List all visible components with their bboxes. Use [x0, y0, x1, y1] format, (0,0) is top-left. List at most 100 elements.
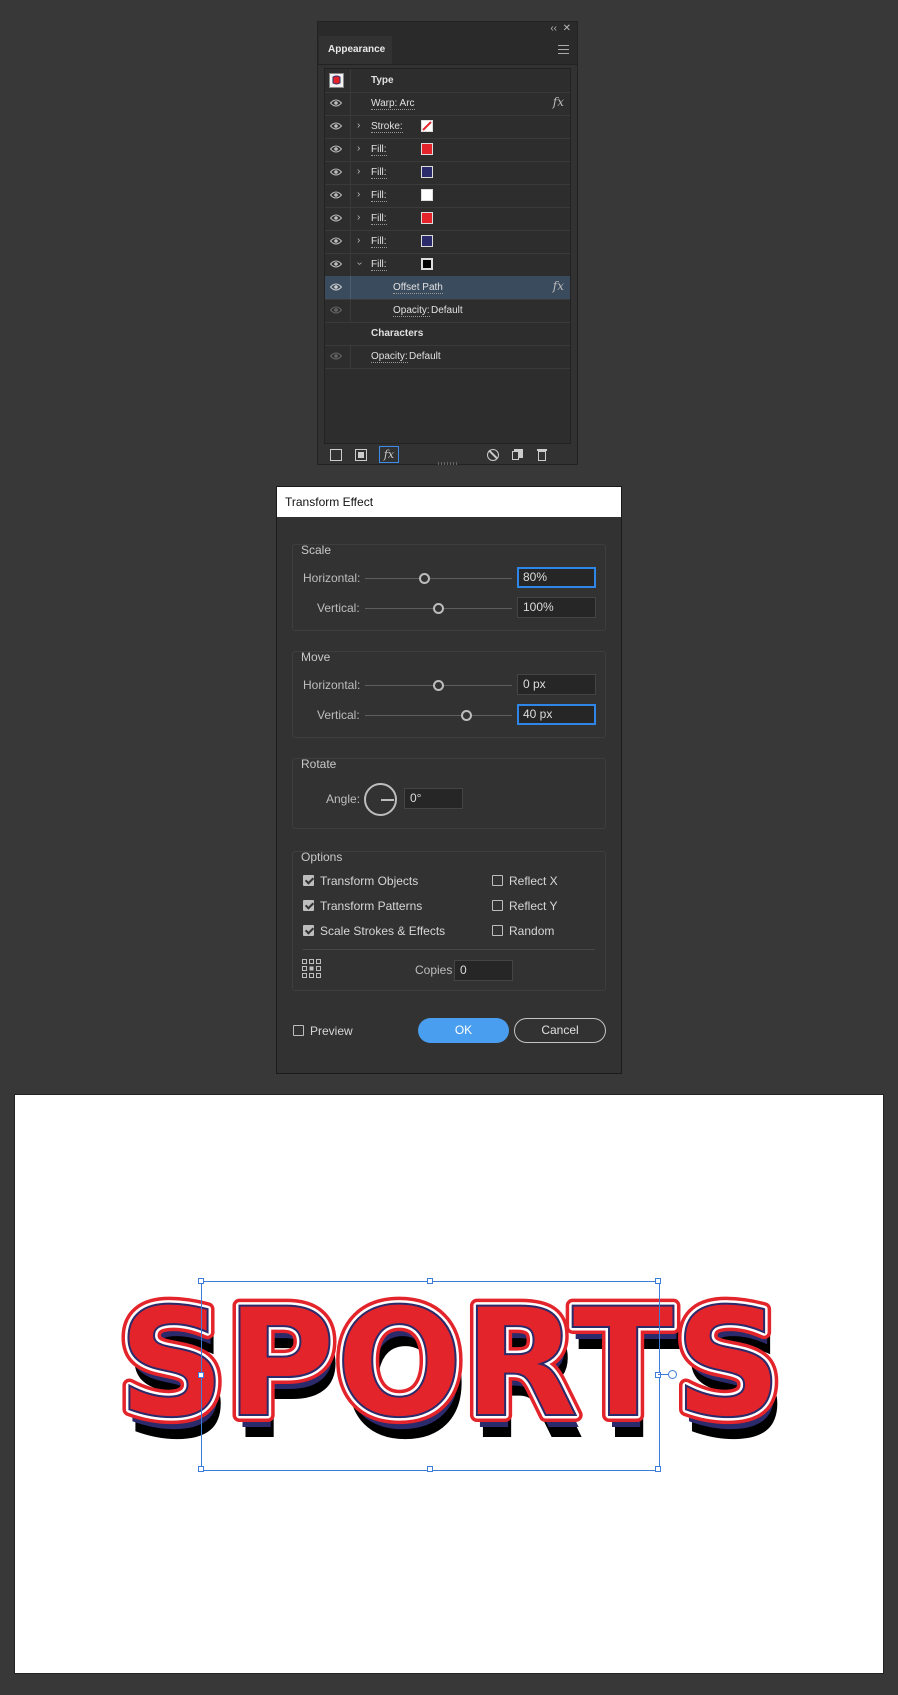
scale-horizontal-input[interactable]: 80%: [517, 567, 596, 588]
opacity-label[interactable]: Opacity:: [371, 351, 408, 363]
clear-appearance-icon[interactable]: [487, 449, 499, 461]
transform-objects-checkbox[interactable]: [303, 875, 314, 886]
visibility-eye-icon[interactable]: [330, 99, 342, 107]
visibility-eye-icon[interactable]: [330, 306, 342, 314]
fill-swatch[interactable]: [421, 235, 433, 247]
selection-bounding-box[interactable]: [201, 1281, 660, 1471]
opacity-label[interactable]: Opacity:: [393, 305, 430, 317]
fill-label[interactable]: Fill:: [371, 144, 387, 156]
visibility-eye-icon[interactable]: [330, 168, 342, 176]
tab-appearance[interactable]: Appearance: [319, 36, 392, 64]
resize-handle-top[interactable]: [427, 1278, 433, 1284]
move-vertical-slider[interactable]: [365, 715, 512, 716]
reflect-x-label[interactable]: Reflect X: [509, 874, 558, 888]
chevron-right-icon[interactable]: ›: [357, 166, 360, 177]
visibility-eye-icon[interactable]: [330, 260, 342, 268]
preview-checkbox[interactable]: [293, 1025, 304, 1036]
row-characters[interactable]: Characters: [325, 322, 570, 346]
fill-swatch[interactable]: [421, 212, 433, 224]
scale-vertical-slider-knob[interactable]: [433, 603, 444, 614]
collapse-panel-icon[interactable]: ‹‹: [550, 22, 557, 36]
visibility-eye-icon[interactable]: [330, 237, 342, 245]
visibility-eye-icon[interactable]: [330, 214, 342, 222]
trash-icon[interactable]: [537, 448, 547, 461]
resize-handle-top-left[interactable]: [198, 1278, 204, 1284]
stroke-swatch[interactable]: [421, 120, 433, 132]
angle-input[interactable]: 0°: [404, 788, 463, 809]
cancel-button[interactable]: Cancel: [514, 1018, 606, 1043]
visibility-eye-icon[interactable]: [330, 283, 342, 291]
fill-swatch[interactable]: [421, 143, 433, 155]
scale-strokes-effects-label[interactable]: Scale Strokes & Effects: [320, 924, 445, 938]
add-new-stroke-icon[interactable]: [330, 449, 342, 461]
fill-label[interactable]: Fill:: [371, 259, 387, 271]
reflect-x-checkbox[interactable]: [492, 875, 503, 886]
angle-dial-icon[interactable]: [364, 783, 397, 816]
row-warp-arc[interactable]: Warp: Arc fx: [325, 92, 570, 116]
row-offset-path[interactable]: Offset Path fx: [325, 276, 570, 300]
resize-handle-bottom-left[interactable]: [198, 1466, 204, 1472]
warp-arc-label[interactable]: Warp: Arc: [371, 98, 415, 110]
row-opacity[interactable]: Opacity: Default: [325, 345, 570, 369]
reference-point-locator-icon[interactable]: [302, 959, 322, 979]
transform-patterns-checkbox[interactable]: [303, 900, 314, 911]
visibility-eye-icon[interactable]: [330, 352, 342, 360]
warp-control-handle[interactable]: [668, 1370, 677, 1379]
fill-swatch[interactable]: [421, 166, 433, 178]
row-fill[interactable]: › Fill:: [325, 207, 570, 231]
move-horizontal-slider-knob[interactable]: [433, 680, 444, 691]
characters-label[interactable]: Characters: [371, 328, 423, 339]
transform-patterns-label[interactable]: Transform Patterns: [320, 899, 422, 913]
move-vertical-slider-knob[interactable]: [461, 710, 472, 721]
transform-objects-label[interactable]: Transform Objects: [320, 874, 418, 888]
resize-handle-bottom[interactable]: [427, 1466, 433, 1472]
scale-strokes-effects-checkbox[interactable]: [303, 925, 314, 936]
close-panel-icon[interactable]: ✕: [563, 22, 571, 36]
preview-label[interactable]: Preview: [310, 1024, 353, 1038]
fill-swatch[interactable]: [421, 258, 433, 270]
row-fill[interactable]: › Fill:: [325, 161, 570, 185]
row-fill-opacity[interactable]: Opacity: Default: [325, 299, 570, 323]
chevron-right-icon[interactable]: ›: [357, 212, 360, 223]
panel-menu-icon[interactable]: [558, 45, 569, 57]
fill-label[interactable]: Fill:: [371, 213, 387, 225]
scale-vertical-input[interactable]: 100%: [517, 597, 596, 618]
chevron-right-icon[interactable]: ›: [357, 143, 360, 154]
row-fill[interactable]: › Fill:: [325, 138, 570, 162]
chevron-right-icon[interactable]: ›: [357, 120, 360, 131]
random-checkbox[interactable]: [492, 925, 503, 936]
fill-label[interactable]: Fill:: [371, 167, 387, 179]
stroke-label[interactable]: Stroke:: [371, 121, 403, 133]
copies-input[interactable]: 0: [454, 960, 513, 981]
artboard[interactable]: SPORTS SPORTS SPORTS SPORTS SPORTS: [14, 1094, 884, 1674]
resize-handle-right[interactable]: [655, 1372, 661, 1378]
fill-swatch[interactable]: [421, 189, 433, 201]
resize-handle-top-right[interactable]: [655, 1278, 661, 1284]
visibility-eye-icon[interactable]: [330, 122, 342, 130]
scale-horizontal-slider-knob[interactable]: [419, 573, 430, 584]
add-new-fill-icon[interactable]: [355, 449, 367, 461]
offset-path-label[interactable]: Offset Path: [393, 282, 443, 294]
move-horizontal-input[interactable]: 0 px: [517, 674, 596, 695]
visibility-eye-icon[interactable]: [330, 191, 342, 199]
resize-handle-left[interactable]: [198, 1372, 204, 1378]
resize-handle-bottom-right[interactable]: [655, 1466, 661, 1472]
row-fill[interactable]: › Fill:: [325, 230, 570, 254]
reflect-y-label[interactable]: Reflect Y: [509, 899, 557, 913]
random-label[interactable]: Random: [509, 924, 554, 938]
row-fill-expanded[interactable]: › Fill:: [325, 253, 570, 277]
chevron-right-icon[interactable]: ›: [357, 189, 360, 200]
visibility-eye-icon[interactable]: [330, 145, 342, 153]
add-new-effect-fx-icon[interactable]: fx: [379, 446, 399, 463]
resize-grip[interactable]: [438, 462, 458, 465]
row-stroke[interactable]: › Stroke:: [325, 115, 570, 139]
chevron-right-icon[interactable]: ›: [357, 235, 360, 246]
scale-horizontal-slider[interactable]: [365, 578, 512, 579]
fill-label[interactable]: Fill:: [371, 236, 387, 248]
duplicate-item-icon[interactable]: [512, 449, 523, 460]
row-fill[interactable]: › Fill:: [325, 184, 570, 208]
ok-button[interactable]: OK: [418, 1018, 509, 1043]
fill-label[interactable]: Fill:: [371, 190, 387, 202]
move-vertical-input[interactable]: 40 px: [517, 704, 596, 725]
chevron-down-icon[interactable]: ›: [354, 262, 365, 265]
